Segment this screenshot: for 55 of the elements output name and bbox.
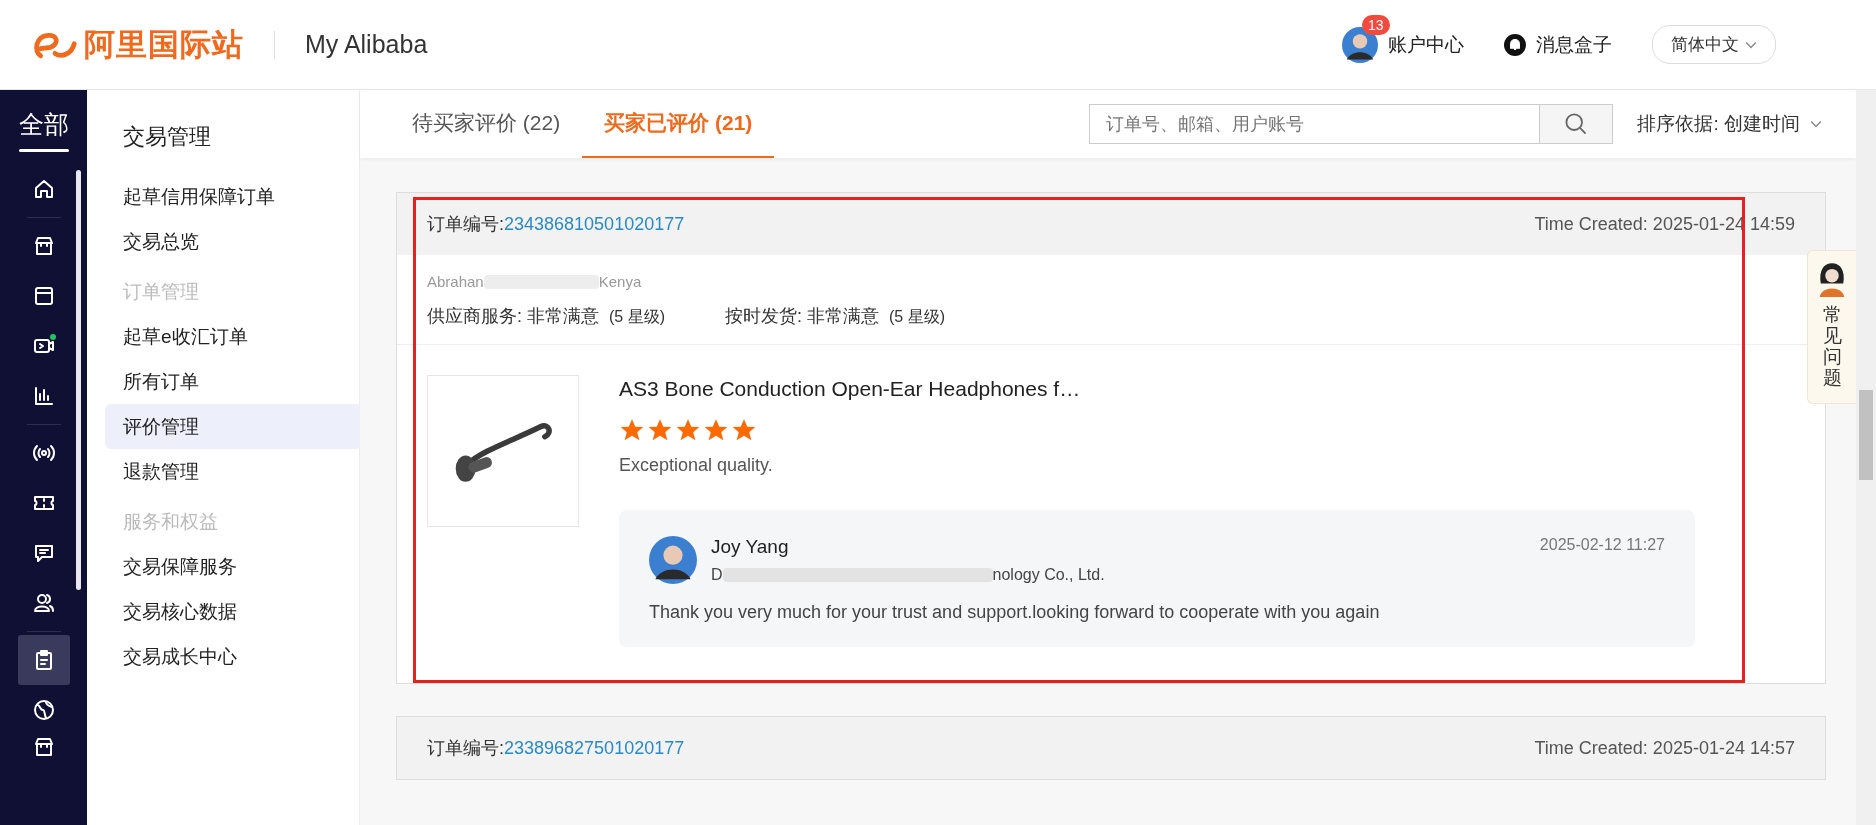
faq-label: 常见问题 <box>1822 305 1842 389</box>
star-icon <box>647 417 673 443</box>
sidebar-item[interactable]: 起草信用保障订单 <box>105 174 363 219</box>
account-center-link[interactable]: 账户中心 <box>1388 31 1464 58</box>
star-icon <box>619 417 645 443</box>
rail-title[interactable]: 全部 <box>18 108 69 141</box>
language-select[interactable]: 简体中文 <box>1652 25 1776 64</box>
star-icon <box>675 417 701 443</box>
notification-badge: 13 <box>1362 14 1390 35</box>
tab[interactable]: 待买家评价 (22) <box>390 90 583 158</box>
search-field[interactable]: 订单号、邮箱、用户账号 <box>1089 104 1540 144</box>
company-name: D <box>711 566 723 584</box>
rating-label: 供应商服务: 非常满意 <box>427 306 599 326</box>
reply-text: Thank you very much for your trust and support.looking forward to cooperate with you again <box>649 602 1381 623</box>
scrollbar-thumb[interactable] <box>1859 390 1873 480</box>
sidebar-title: 交易管理 <box>122 123 212 151</box>
globe-icon[interactable] <box>31 698 56 722</box>
review-comment: Exceptional quality. <box>619 455 774 476</box>
sidebar-item[interactable]: 所有订单 <box>105 359 363 404</box>
sidebar-item[interactable]: 评价管理 <box>105 404 363 449</box>
sidebar-item[interactable]: 交易核心数据 <box>105 589 363 634</box>
product-title[interactable]: AS3 Bone Conduction Open-Ear Headphones f… <box>619 377 1695 401</box>
users-icon[interactable] <box>31 591 56 615</box>
bell-icon[interactable] <box>1504 33 1526 56</box>
star-icon <box>703 417 729 443</box>
created-time: Time Created: 2025-01-24 14:57 <box>1534 737 1795 759</box>
buyer-name: Abrahan <box>427 273 484 290</box>
order-number-label: 订单编号:233896827501020177 <box>427 737 685 760</box>
replier-name: Joy Yang <box>711 536 790 558</box>
rating-grade: (5 星级) <box>609 308 665 325</box>
sidebar-item[interactable]: 交易成长中心 <box>105 634 363 679</box>
sidebar-group-label: 服务和权益 <box>122 510 219 534</box>
sidebar-item[interactable]: 交易保障服务 <box>105 544 363 589</box>
sidebar-item[interactable]: 起草e收汇订单 <box>105 314 363 359</box>
buyer-country: Kenya <box>598 273 642 290</box>
rating-grade: (5 星级) <box>889 308 946 325</box>
sidebar-item[interactable]: 交易总览 <box>105 219 363 264</box>
chevron-down-icon <box>1810 120 1822 128</box>
star-icon <box>731 417 757 443</box>
message-box-link[interactable]: 消息盒子 <box>1536 31 1612 58</box>
search-icon <box>1564 112 1589 136</box>
chevron-down-icon <box>1745 40 1757 49</box>
sort-dropdown[interactable]: 排序依据: 创建时间 <box>1631 110 1828 138</box>
rail-item[interactable] <box>17 635 70 685</box>
sidebar-item[interactable]: 退款管理 <box>105 449 363 494</box>
avatar-icon <box>649 536 697 584</box>
rating-label: 按时发货: 非常满意 <box>725 306 880 326</box>
order-number-label: 订单编号:234386810501020177 <box>427 213 685 236</box>
reply-time: 2025-02-12 11:27 <box>1539 536 1665 554</box>
faq-tab[interactable]: 常见问题 <box>1807 250 1856 404</box>
search-button[interactable] <box>1539 104 1614 144</box>
company-name: nology Co., Ltd. <box>992 566 1105 584</box>
page-title: My Alibaba <box>305 30 428 59</box>
created-time: Time Created: 2025-01-24 14:59 <box>1534 213 1795 235</box>
sidebar-group-label: 订单管理 <box>122 280 200 304</box>
